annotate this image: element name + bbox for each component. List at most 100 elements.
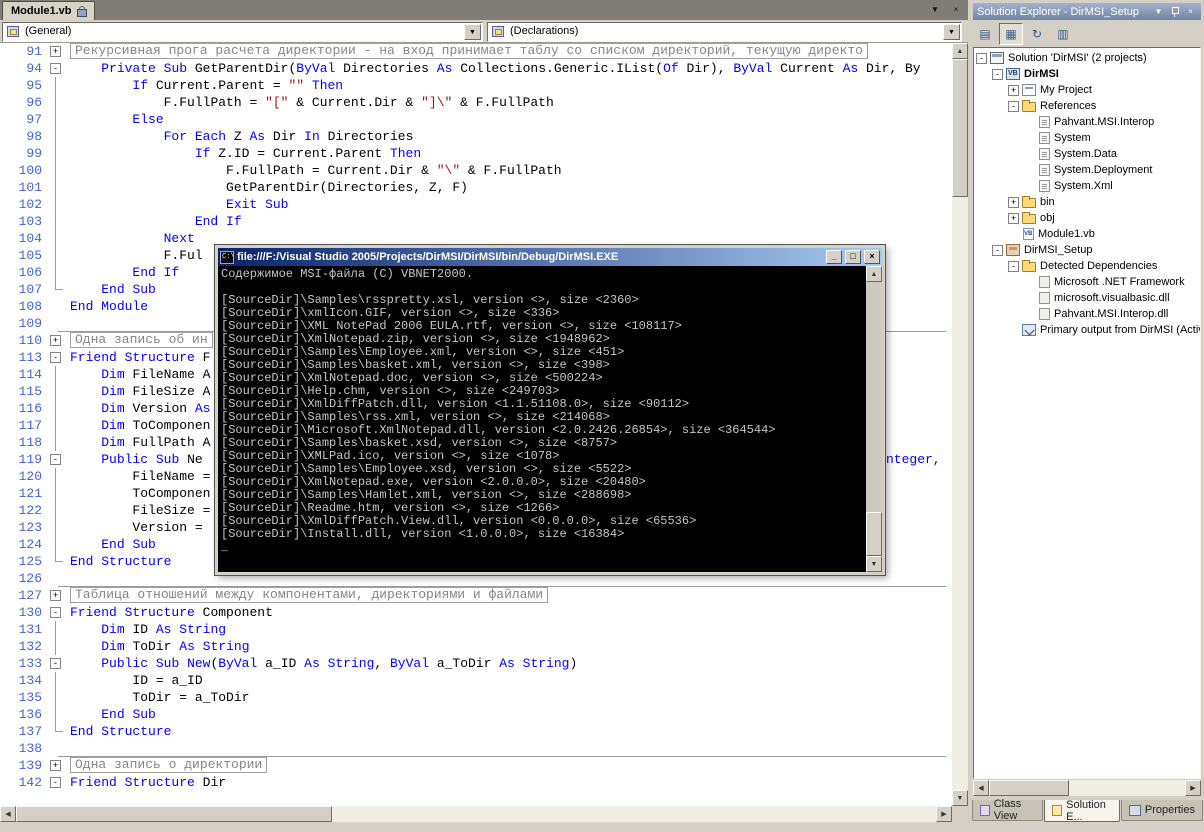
show-all-files-button[interactable]: ▦ (999, 23, 1023, 45)
code-text[interactable]: Dim ToComponen (70, 417, 210, 434)
code-text[interactable]: Friend Structure Component (70, 604, 273, 621)
scroll-up-icon[interactable]: ▲ (866, 266, 882, 282)
tab-solution-e[interactable]: Solution E... (1044, 799, 1120, 823)
close-icon[interactable]: × (1184, 5, 1197, 18)
console-output[interactable]: Содержимое MSI-файла (C) VBNET2000. [Sour… (218, 266, 866, 572)
code-text[interactable]: ToDir = a_ToDir (70, 689, 249, 706)
expand-icon[interactable]: + (50, 590, 61, 601)
code-text[interactable]: End Module (70, 298, 148, 315)
scroll-down-icon[interactable]: ▼ (866, 556, 882, 572)
collapse-icon[interactable]: - (50, 777, 61, 788)
editor-horizontal-scrollbar[interactable]: ◀ ▶ (0, 806, 952, 822)
code-text[interactable]: Dim ToDir As String (70, 638, 249, 655)
code-text[interactable]: End Structure (70, 723, 171, 740)
scroll-up-icon[interactable]: ▲ (952, 43, 968, 59)
code-text[interactable]: Friend Structure Dir (70, 774, 226, 791)
expand-icon[interactable]: + (1008, 196, 1019, 208)
collapsed-comment[interactable]: Рекурсивная прога расчета директории - н… (70, 43, 868, 59)
collapse-icon[interactable]: - (992, 244, 1003, 256)
collapse-icon[interactable]: - (992, 68, 1003, 80)
code-text[interactable]: Одна запись о директории (70, 757, 268, 774)
code-text[interactable]: Next (70, 230, 195, 247)
collapse-icon[interactable]: - (1008, 260, 1019, 272)
code-text[interactable]: If Current.Parent = "" Then (70, 77, 343, 94)
vertical-scrollbar-thumb[interactable] (952, 59, 968, 197)
code-line-133[interactable]: 133- Public Sub New(ByVal a_ID As String… (0, 655, 952, 672)
code-line-91[interactable]: 91 + Рекурсивная прога расчета директории … (0, 43, 952, 60)
code-line-127[interactable]: 127 + Таблица отношений между компонентами… (0, 587, 952, 604)
code-line-103[interactable]: 103 End If (0, 213, 952, 230)
expand-icon[interactable]: + (50, 335, 61, 346)
close-icon[interactable]: × (864, 250, 880, 264)
properties-button[interactable]: ▤ (973, 23, 997, 45)
collapsed-comment[interactable]: Одна запись об ин (70, 332, 213, 348)
horizontal-scrollbar-thumb[interactable] (16, 806, 332, 822)
code-text[interactable]: Version = (70, 519, 210, 536)
code-line-142[interactable]: 142- Friend Structure Dir (0, 774, 952, 791)
editor-vertical-scrollbar[interactable]: ▲ ▼ (952, 43, 968, 806)
tree-scrollbar-thumb[interactable] (989, 780, 1069, 796)
console-scrollbar-thumb[interactable] (866, 512, 882, 556)
procedures-dropdown[interactable]: (Declarations) ▼ (487, 22, 962, 42)
collapsed-comment[interactable]: Одна запись о директории (70, 757, 268, 773)
minimize-icon[interactable]: _ (826, 250, 842, 264)
code-text[interactable]: Public Sub Ne (70, 451, 202, 468)
code-line-131[interactable]: 131 Dim ID As String (0, 621, 952, 638)
tab-properties[interactable]: Properties (1120, 800, 1203, 821)
solution-explorer-titlebar[interactable]: Solution Explorer - DirMSI_Setup ▼ × (973, 3, 1201, 20)
code-text[interactable]: End Sub (70, 281, 156, 298)
code-text[interactable]: Friend Structure F (70, 349, 210, 366)
code-text[interactable]: Dim FileSize A (70, 383, 210, 400)
code-text[interactable]: F.FullPath = Current.Dir & "\" & F.FullP… (70, 162, 562, 179)
code-text[interactable]: F.FullPath = "[" & Current.Dir & "]\" & … (70, 94, 554, 111)
code-text[interactable]: End Sub (70, 536, 156, 553)
code-text[interactable]: For Each Z As Dir In Directories (70, 128, 414, 145)
tree-item-solution-dirmsi-2-projects[interactable]: - Solution 'DirMSI' (2 projects) (974, 50, 1200, 66)
code-text[interactable]: FileSize = (70, 502, 210, 519)
expand-icon[interactable]: + (1008, 212, 1019, 224)
code-text[interactable]: End If (70, 213, 242, 230)
tree-item-microsoft-visualbasic-dll[interactable]: microsoft.visualbasic.dll (974, 290, 1200, 306)
tab-class-view[interactable]: Class View (972, 798, 1044, 822)
tree-item-system-data[interactable]: System.Data (974, 146, 1200, 162)
collapse-icon[interactable]: - (976, 52, 987, 64)
code-text[interactable]: F.Ful (70, 247, 203, 264)
code-text[interactable]: ToComponen (70, 485, 210, 502)
collapse-icon[interactable]: - (50, 607, 61, 618)
code-text[interactable]: Dim Version As (70, 400, 210, 417)
code-line-97[interactable]: 97 Else (0, 111, 952, 128)
code-line-94[interactable]: 94- Private Sub GetParentDir(ByVal Direc… (0, 60, 952, 77)
code-line-137[interactable]: 137 End Structure (0, 723, 952, 740)
tree-item-primary-output-from-dirmsi-activ[interactable]: Primary output from DirMSI (Activ (974, 322, 1200, 338)
code-text[interactable]: Одна запись об ин (70, 332, 213, 349)
code-text[interactable]: Таблица отношений между компонентами, ди… (70, 587, 549, 604)
code-line-138[interactable]: 138 (0, 740, 952, 757)
tree-item-module1-vb[interactable]: Module1.vb (974, 226, 1200, 242)
code-line-96[interactable]: 96 F.FullPath = "[" & Current.Dir & "]\"… (0, 94, 952, 111)
code-text[interactable]: End Sub (70, 706, 156, 723)
code-line-101[interactable]: 101 GetParentDir(Directories, Z, F) (0, 179, 952, 196)
code-text[interactable]: ID = a_ID (70, 672, 202, 689)
tree-item-my-project[interactable]: + My Project (974, 82, 1200, 98)
tree-item-detected-dependencies[interactable]: - Detected Dependencies (974, 258, 1200, 274)
code-text[interactable]: Рекурсивная прога расчета директории - н… (70, 43, 868, 60)
tree-item-references[interactable]: - References (974, 98, 1200, 114)
code-line-132[interactable]: 132 Dim ToDir As String (0, 638, 952, 655)
chevron-down-icon[interactable]: ▼ (464, 24, 481, 40)
tree-item-system-xml[interactable]: System.Xml (974, 178, 1200, 194)
scroll-right-icon[interactable]: ▶ (1185, 780, 1201, 796)
code-text[interactable]: End Structure (70, 553, 171, 570)
collapse-icon[interactable]: - (50, 63, 61, 74)
code-line-95[interactable]: 95 If Current.Parent = "" Then (0, 77, 952, 94)
tree-item-dirmsi[interactable]: - DirMSI (974, 66, 1200, 82)
code-text[interactable]: End If (70, 264, 179, 281)
tree-item-system[interactable]: System (974, 130, 1200, 146)
pin-icon[interactable] (1168, 5, 1181, 18)
code-text[interactable]: Dim ID As String (70, 621, 226, 638)
tree-item-pahvant-msi-interop[interactable]: Pahvant.MSI.Interop (974, 114, 1200, 130)
code-line-98[interactable]: 98 For Each Z As Dir In Directories (0, 128, 952, 145)
code-line-102[interactable]: 102 Exit Sub (0, 196, 952, 213)
code-line-135[interactable]: 135 ToDir = a_ToDir (0, 689, 952, 706)
expand-icon[interactable]: + (1008, 84, 1019, 96)
code-line-139[interactable]: 139 + Одна запись о директории (0, 757, 952, 774)
